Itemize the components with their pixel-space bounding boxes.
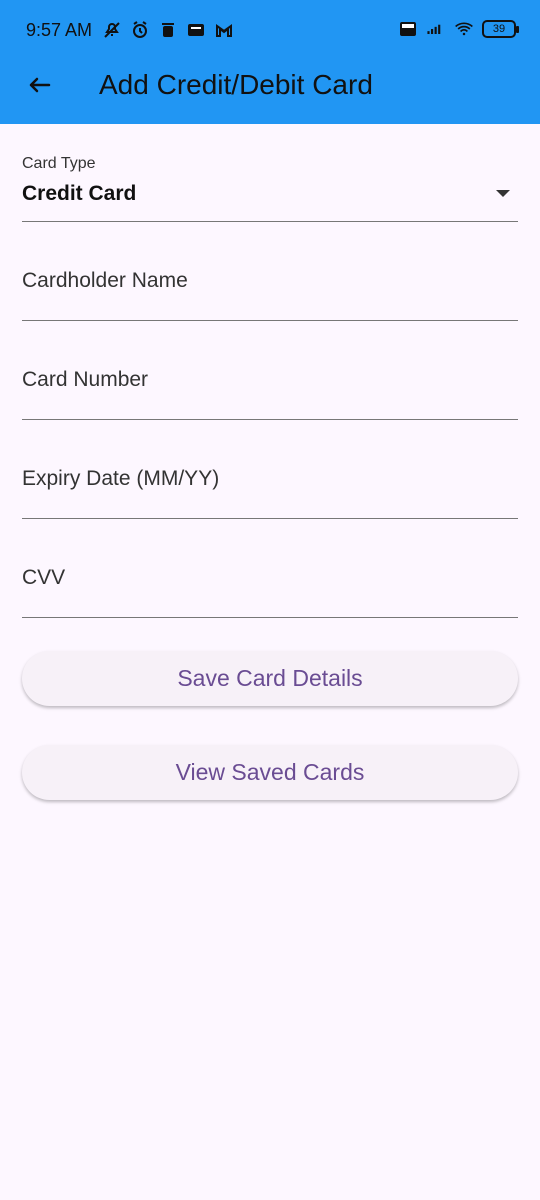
cardholder-name-label: Cardholder Name: [22, 269, 188, 292]
save-card-details-button[interactable]: Save Card Details: [22, 651, 518, 706]
signal-icon: [426, 19, 446, 39]
battery-icon: 39: [482, 20, 519, 38]
mute-notifications-icon: [102, 20, 122, 40]
expiry-date-field[interactable]: Expiry Date (MM/YY): [22, 420, 518, 519]
card-type-label: Card Type: [22, 155, 96, 172]
status-time: 9:57 AM: [26, 20, 93, 40]
status-right-icons: 39: [398, 19, 519, 39]
delete-icon: [158, 20, 178, 40]
back-button[interactable]: [20, 66, 58, 104]
view-saved-cards-button[interactable]: View Saved Cards: [22, 745, 518, 800]
alarm-icon: [130, 20, 150, 40]
gmail-icon: [214, 20, 234, 40]
action-buttons: Save Card Details View Saved Cards: [22, 651, 518, 800]
card-number-label: Card Number: [22, 368, 149, 391]
cvv-field[interactable]: CVV: [22, 519, 518, 618]
app-notification-icon: [186, 20, 206, 40]
card-number-field[interactable]: Card Number: [22, 321, 518, 420]
page-title: Add Credit/Debit Card: [99, 69, 373, 100]
card-type-dropdown[interactable]: Card Type Credit Card: [22, 124, 518, 222]
cvv-label: CVV: [22, 566, 66, 589]
card-type-value: Credit Card: [22, 182, 137, 205]
volte-icon: [398, 19, 418, 39]
dropdown-arrow-icon: [496, 190, 510, 197]
app-bar: 9:57 AM 39 Add Credit/Debit Card: [0, 0, 540, 124]
back-arrow-icon: [29, 77, 51, 93]
status-bar: 9:57 AM 39: [0, 0, 540, 60]
cardholder-name-field[interactable]: Cardholder Name: [22, 222, 518, 321]
add-card-form: Card Type Credit Card Cardholder Name Ca…: [22, 124, 518, 618]
status-left-icons: [102, 20, 234, 40]
cvv-input[interactable]: [22, 519, 518, 617]
wifi-icon: [454, 19, 474, 39]
expiry-date-label: Expiry Date (MM/YY): [22, 467, 220, 490]
